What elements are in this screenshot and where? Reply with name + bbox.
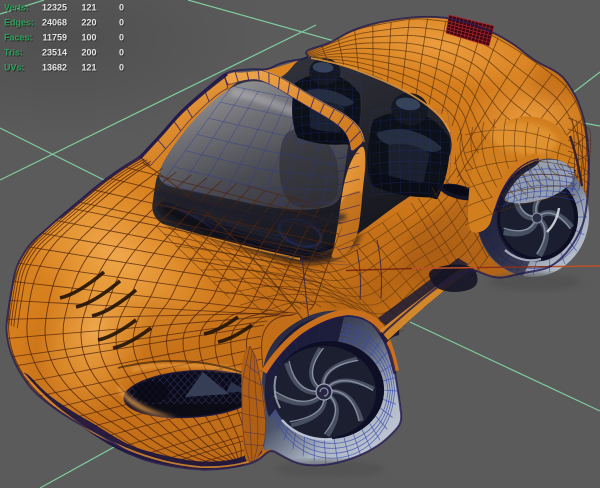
svg-text:Verts:: Verts: xyxy=(4,3,29,13)
svg-text:0: 0 xyxy=(119,3,124,13)
svg-text:0: 0 xyxy=(119,63,124,73)
svg-text:23514: 23514 xyxy=(42,48,67,58)
svg-text:121: 121 xyxy=(81,3,96,13)
svg-text:13682: 13682 xyxy=(42,63,67,73)
svg-text:11759: 11759 xyxy=(42,33,67,43)
svg-text:0: 0 xyxy=(119,48,124,58)
svg-text:UVs:: UVs: xyxy=(4,63,25,73)
svg-text:24068: 24068 xyxy=(42,18,67,28)
svg-text:0: 0 xyxy=(119,33,124,43)
svg-text:121: 121 xyxy=(81,63,96,73)
svg-text:12325: 12325 xyxy=(42,3,67,13)
svg-text:0: 0 xyxy=(119,18,124,28)
svg-text:220: 220 xyxy=(81,18,96,28)
svg-text:Edges:: Edges: xyxy=(4,18,34,28)
svg-text:Tris:: Tris: xyxy=(4,48,23,58)
svg-text:Faces:: Faces: xyxy=(4,33,33,43)
svg-text:200: 200 xyxy=(81,48,96,58)
svg-text:100: 100 xyxy=(81,33,96,43)
